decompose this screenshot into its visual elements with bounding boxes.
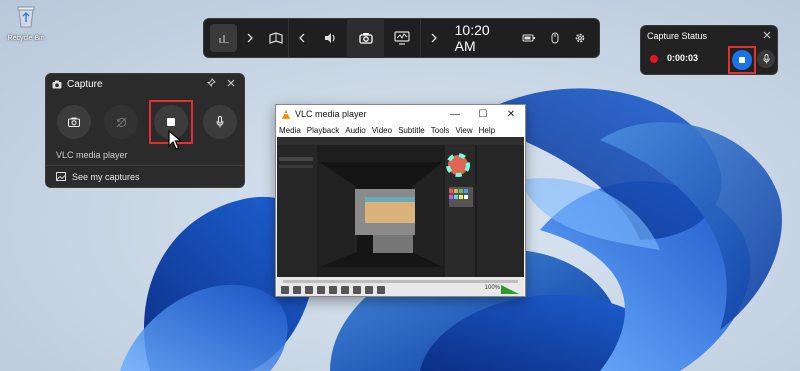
vlc-window: VLC media player — ☐ ✕ Media Playback Au… [275,104,526,297]
shuffle-icon[interactable] [377,286,385,294]
menu-audio[interactable]: Audio [345,126,365,135]
mouse-cursor-icon [168,130,182,150]
capture-target-app: VLC media player [56,150,128,160]
microphone-icon [216,116,224,128]
capture-status-header[interactable]: Capture Status [641,26,777,46]
vlc-video-area[interactable] [277,137,524,277]
playback-buttons [281,286,385,294]
menu-view[interactable]: View [455,126,472,135]
settings-gear-icon [575,33,585,43]
vlc-title: VLC media player [295,109,367,119]
last-30s-icon [116,117,126,127]
capture-controls [46,94,244,150]
close-icon[interactable] [224,79,238,90]
chevron-right-icon[interactable] [421,24,446,52]
loop-icon[interactable] [365,286,373,294]
performance-icon [394,31,410,45]
see-my-captures-link[interactable]: See my captures [46,165,244,187]
menu-video[interactable]: Video [372,126,392,135]
recycle-bin-desktop-icon[interactable]: Recycle Bin [6,4,46,42]
highlight-box-stop [728,46,756,74]
recording-indicator-icon [650,55,658,63]
next-icon[interactable] [317,286,325,294]
vlc-controls: 100% [277,277,524,296]
recycle-bin-icon [17,6,35,28]
seek-bar[interactable] [283,280,518,283]
menu-media[interactable]: Media [279,126,301,135]
chevron-right-icon[interactable] [237,24,262,52]
playlist-icon[interactable] [353,286,361,294]
minimize-icon[interactable]: — [441,109,469,120]
pin-icon[interactable] [204,78,218,90]
microphone-icon [762,54,770,64]
widget-store-button[interactable] [263,24,288,52]
menu-playback[interactable]: Playback [307,126,339,135]
home-icon [218,35,229,43]
capture-status-title: Capture Status [647,31,708,41]
screenshot-button[interactable] [57,105,91,139]
recording-elapsed-time: 0:00:03 [667,53,699,63]
clock-time: 10:20 AM [454,22,490,54]
capture-status-body: 0:00:03 [641,46,777,74]
stop-icon[interactable] [305,286,313,294]
capture-widget-title: Capture [67,78,103,90]
recycle-bin-label: Recycle Bin [7,35,45,42]
capture-widget-header[interactable]: Capture [46,74,244,94]
audio-icon [325,33,335,43]
maximize-icon[interactable]: ☐ [469,109,497,120]
play-icon[interactable] [281,286,289,294]
game-bar-toolbar: 10:20 AM [203,18,600,58]
vlc-title-bar[interactable]: VLC media player — ☐ ✕ [276,105,525,123]
menu-help[interactable]: Help [479,126,495,135]
menu-subtitle[interactable]: Subtitle [398,126,425,135]
vlc-cone-icon [282,109,290,119]
menu-tools[interactable]: Tools [431,126,450,135]
screenshot-camera-icon [68,117,80,127]
video-frame [277,137,524,277]
fullscreen-icon[interactable] [329,286,337,294]
microphone-button[interactable] [203,105,237,139]
microphone-toggle[interactable] [757,50,775,68]
vlc-menu-bar: Media Playback Audio Video Subtitle Tool… [276,123,525,137]
audio-button[interactable] [315,24,348,52]
battery-icon [516,24,541,52]
home-button[interactable] [210,24,238,52]
camera-icon [52,80,62,88]
volume-label: 100% [484,285,500,291]
widget-store-icon [268,32,283,44]
extended-settings-icon[interactable] [341,286,349,294]
previous-icon[interactable] [293,286,301,294]
see-my-captures-label: See my captures [72,171,140,182]
volume-slider[interactable] [501,285,519,294]
chevron-left-icon[interactable] [289,24,314,52]
capture-button[interactable] [347,18,384,58]
record-last-30s-button[interactable] [104,105,138,139]
gallery-icon [56,172,66,181]
mouse-icon [542,24,567,52]
capture-widget: Capture VLC media player See my captures [45,73,245,188]
capture-camera-icon [358,33,373,44]
capture-status-widget: Capture Status 0:00:03 [640,25,778,75]
close-icon[interactable] [763,31,771,41]
settings-button[interactable] [567,24,592,52]
close-icon[interactable]: ✕ [497,109,525,120]
performance-button[interactable] [384,24,420,52]
